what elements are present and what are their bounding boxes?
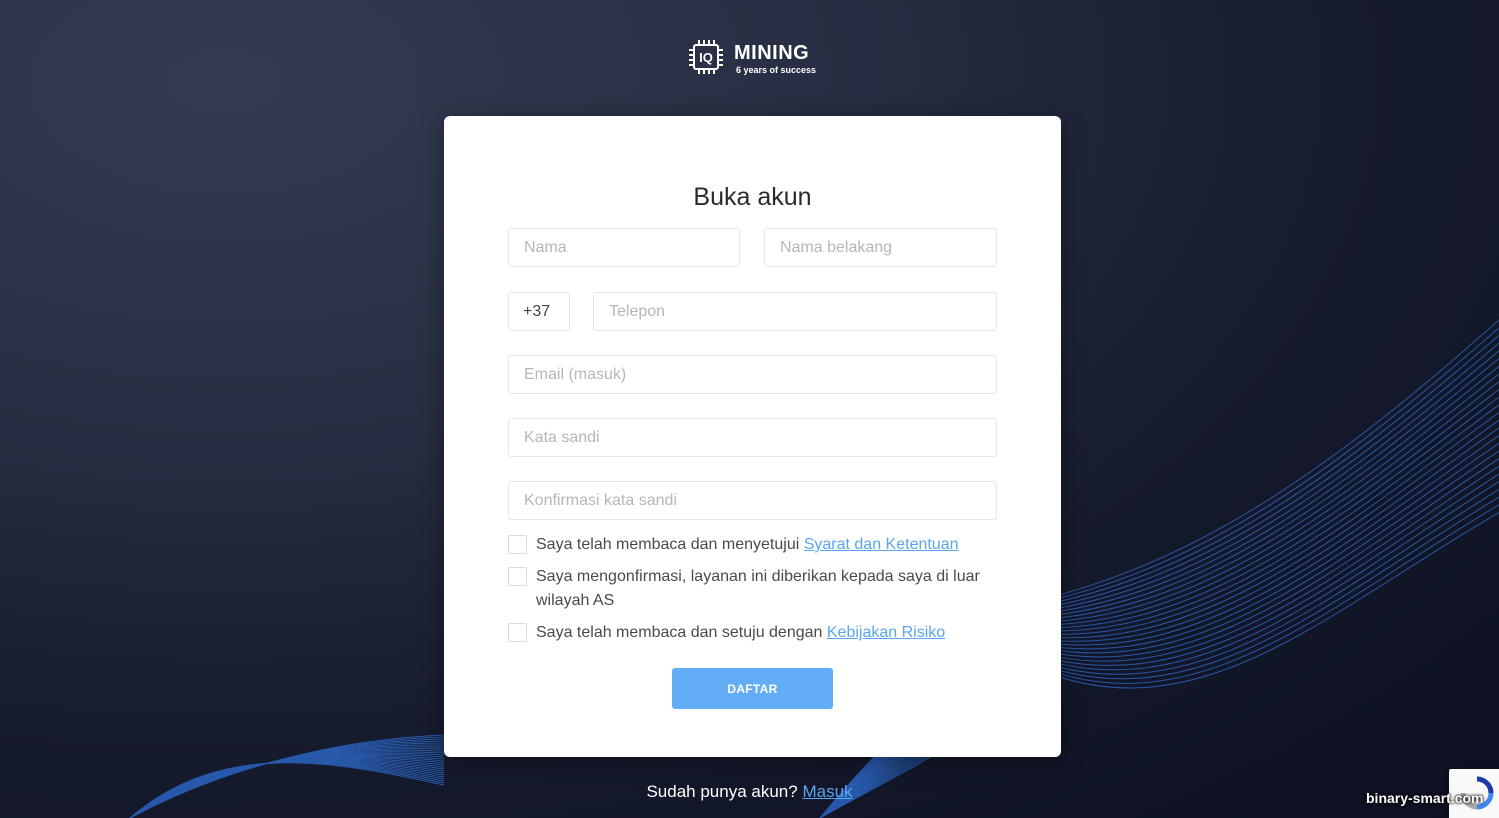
us-confirm-checkbox[interactable] (508, 567, 527, 586)
wave-line (129, 738, 445, 818)
register-button[interactable]: DAFTAR (672, 668, 833, 709)
signup-card: Buka akun Saya telah membaca dan menyetu… (444, 116, 1061, 757)
last-name-input[interactable] (764, 228, 997, 267)
phone-code-input[interactable] (508, 292, 570, 331)
email-input[interactable] (508, 355, 997, 394)
us-confirm-label: Saya mengonfirmasi, layanan ini diberika… (536, 568, 980, 609)
chip-icon: IQ (689, 40, 723, 74)
iqmining-logo[interactable]: IQ MINING 6 years of success (686, 36, 818, 78)
us-check-row: Saya mengonfirmasi, layanan ini diberika… (508, 565, 988, 613)
watermark: binary-smart.com (1366, 790, 1484, 806)
wave-line (129, 740, 445, 818)
risk-policy-link[interactable]: Kebijakan Risiko (827, 624, 945, 641)
brand-name: MINING (734, 42, 810, 64)
terms-checkbox[interactable] (508, 535, 527, 554)
confirm-password-input[interactable] (508, 481, 997, 520)
terms-label: Saya telah membaca dan menyetujui Syarat… (536, 533, 988, 557)
wave-line (129, 742, 445, 818)
wave-line (129, 736, 445, 818)
risk-check-row: Saya telah membaca dan setuju dengan Keb… (508, 621, 988, 645)
risk-text: Saya telah membaca dan setuju dengan (536, 624, 823, 641)
chip-label: IQ (699, 50, 713, 65)
risk-label: Saya telah membaca dan setuju dengan Keb… (536, 621, 988, 645)
terms-link[interactable]: Syarat dan Ketentuan (804, 536, 959, 553)
terms-check-row: Saya telah membaca dan menyetujui Syarat… (508, 533, 988, 557)
risk-checkbox[interactable] (508, 623, 527, 642)
terms-text: Saya telah membaca dan menyetujui (536, 536, 800, 553)
first-name-input[interactable] (508, 228, 740, 267)
login-prompt: Sudah punya akun? Masuk (0, 782, 1499, 802)
password-input[interactable] (508, 418, 997, 457)
page-title: Buka akun (693, 182, 812, 211)
login-link[interactable]: Masuk (802, 782, 852, 801)
wave-line (129, 734, 445, 818)
phone-input[interactable] (593, 292, 997, 331)
brand-tagline: 6 years of success (736, 65, 817, 75)
login-prompt-text: Sudah punya akun? (646, 782, 798, 801)
